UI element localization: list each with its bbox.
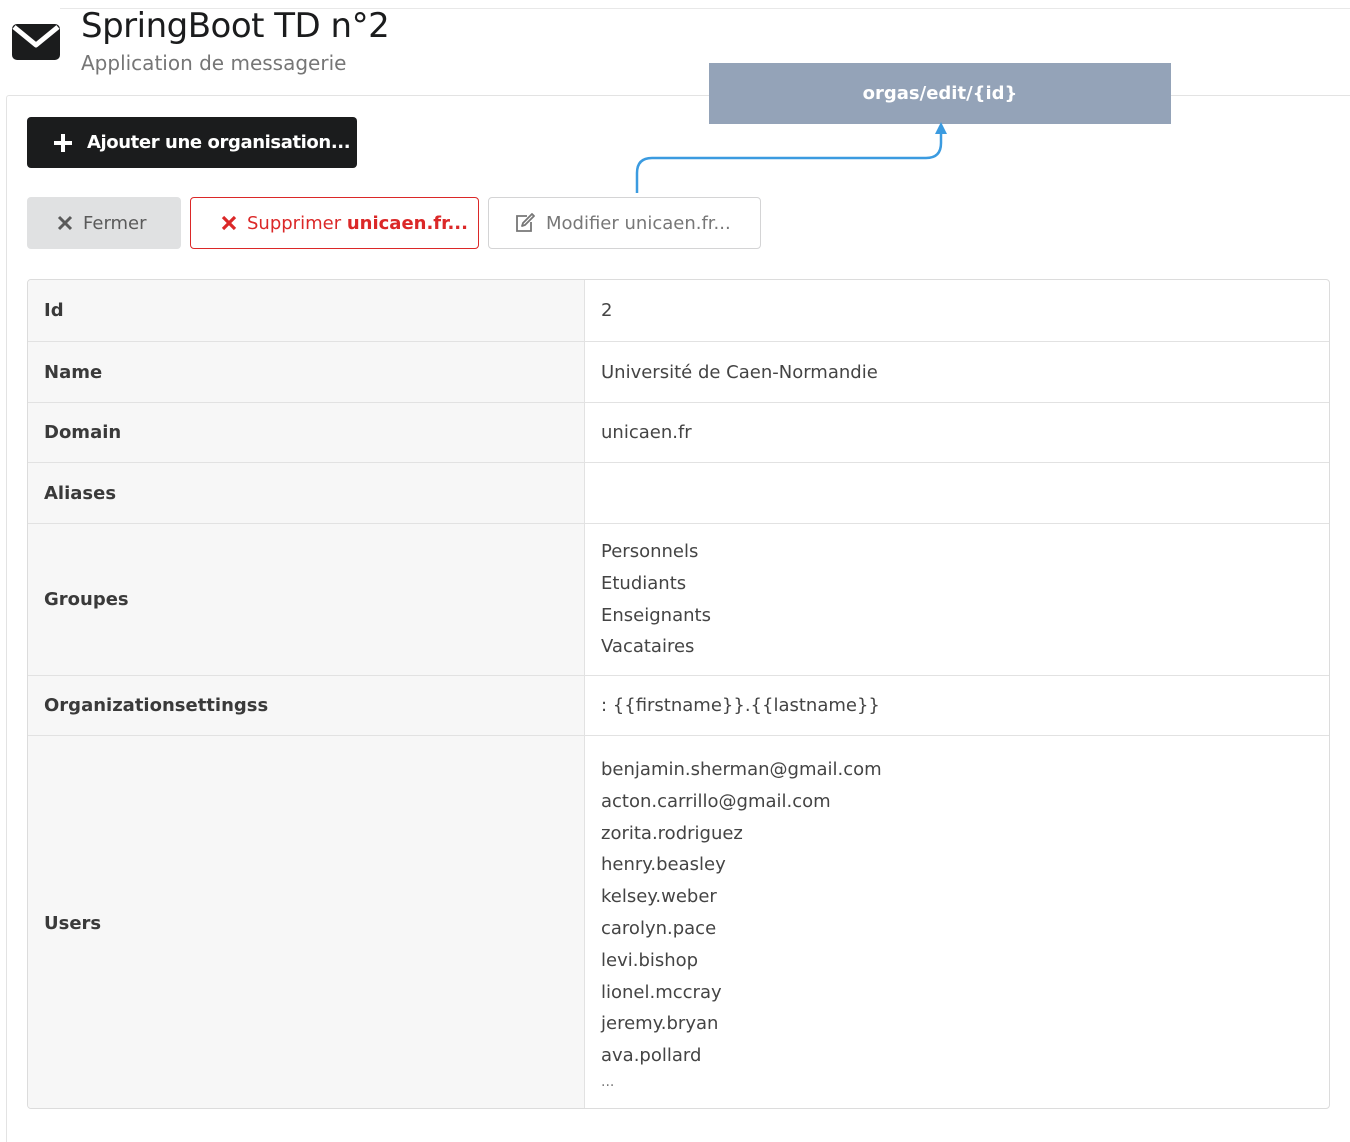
row-label: Name <box>28 342 585 402</box>
close-icon <box>221 215 237 231</box>
close-button[interactable]: Fermer <box>27 197 181 249</box>
list-item: Personnels <box>601 540 699 562</box>
table-row-aliases: Aliases <box>28 462 1329 523</box>
delete-prefix: Supprimer <box>247 212 347 234</box>
close-label: Fermer <box>83 212 147 234</box>
table-row-users: Users benjamin.sherman@gmail.com acton.c… <box>28 735 1329 1108</box>
list-item: lionel.mccray <box>601 981 722 1003</box>
row-value: 2 <box>601 300 613 321</box>
row-value: unicaen.fr <box>601 422 692 443</box>
delete-target: unicaen.fr... <box>346 212 468 234</box>
add-organisation-label: Ajouter une organisation... <box>87 132 351 153</box>
list-item: acton.carrillo@gmail.com <box>601 790 831 812</box>
row-label: Id <box>28 280 585 341</box>
list-item: levi.bishop <box>601 949 699 971</box>
envelope-icon <box>12 24 60 60</box>
annotation-arrow <box>635 122 947 193</box>
row-label: Groupes <box>28 524 585 675</box>
edit-button[interactable]: Modifier unicaen.fr... <box>488 197 761 249</box>
plus-icon <box>54 133 72 152</box>
users-list: benjamin.sherman@gmail.com acton.carrill… <box>601 754 882 1092</box>
row-label: Aliases <box>28 463 585 523</box>
list-item: henry.beasley <box>601 854 726 876</box>
list-item: benjamin.sherman@gmail.com <box>601 759 882 781</box>
row-value: : {{firstname}}.{{lastname}} <box>601 695 880 716</box>
list-item: kelsey.weber <box>601 886 717 908</box>
delete-button[interactable]: Supprimer unicaen.fr... <box>190 197 479 249</box>
list-item: Vacataires <box>601 636 695 658</box>
table-row-name: Name Université de Caen-Normandie <box>28 341 1329 402</box>
row-label: Organizationsettingss <box>28 676 585 735</box>
row-value: benjamin.sherman@gmail.com acton.carrill… <box>585 736 1329 1108</box>
list-item: jeremy.bryan <box>601 1013 719 1035</box>
row-label: Users <box>28 736 585 1108</box>
groupes-list: Personnels Etudiants Enseignants Vacatai… <box>601 536 711 663</box>
edit-icon <box>514 213 536 233</box>
row-label: Domain <box>28 403 585 462</box>
delete-label: Supprimer unicaen.fr... <box>247 213 468 234</box>
row-value <box>585 463 1329 523</box>
organisation-details-table: Id 2 Name Université de Caen-Normandie D… <box>27 279 1330 1109</box>
list-item: ava.pollard <box>601 1045 702 1067</box>
list-item: carolyn.pace <box>601 918 717 939</box>
add-organisation-button[interactable]: Ajouter une organisation... <box>27 117 357 168</box>
app-title: SpringBoot TD n°2 <box>81 6 390 46</box>
list-item: Etudiants <box>601 572 687 594</box>
app-subtitle: Application de messagerie <box>81 51 347 75</box>
row-value: Personnels Etudiants Enseignants Vacatai… <box>585 524 1329 675</box>
row-value: Université de Caen-Normandie <box>601 361 878 383</box>
table-row-domain: Domain unicaen.fr <box>28 402 1329 462</box>
users-more: ... <box>601 1073 615 1090</box>
list-item: Enseignants <box>601 604 711 626</box>
table-row-id: Id 2 <box>28 280 1329 341</box>
close-icon <box>57 215 73 231</box>
edit-label: Modifier unicaen.fr... <box>546 212 731 234</box>
table-row-groupes: Groupes Personnels Etudiants Enseignants… <box>28 523 1329 675</box>
list-item: zorita.rodriguez <box>601 822 743 844</box>
route-annotation: orgas/edit/{id} <box>709 63 1171 124</box>
table-row-settings: Organizationsettingss : {{firstname}}.{{… <box>28 675 1329 735</box>
